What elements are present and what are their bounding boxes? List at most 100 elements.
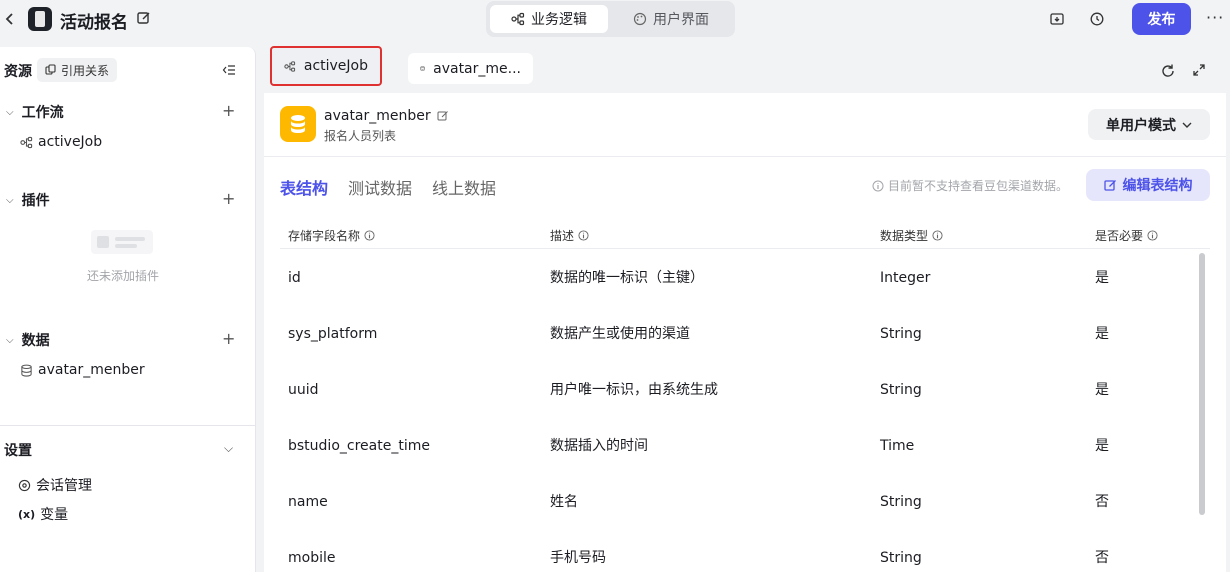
settings-section-title: 设置 <box>4 443 32 459</box>
required-cell: 是 <box>1095 382 1109 398</box>
table-row[interactable]: uuid 用户唯一标识，由系统生成 String 是 <box>264 362 1204 418</box>
tab-business-logic[interactable]: 业务逻辑 <box>490 5 608 33</box>
column-header-field-name: 存储字段名称 <box>288 227 375 244</box>
sidebar-item-avatar-menber[interactable]: avatar_menber <box>20 362 145 378</box>
tab-schema[interactable]: 表结构 <box>280 175 328 199</box>
table-description: 报名人员列表 <box>324 129 397 143</box>
data-type-cell: Time <box>880 438 915 454</box>
table-row[interactable]: name 姓名 String 否 <box>264 474 1204 530</box>
required-cell: 是 <box>1095 326 1109 342</box>
tab-test-data[interactable]: 测试数据 <box>348 175 412 199</box>
table-detail-panel: avatar_menber 报名人员列表 单用户模式 表结构 测试数据 线上数据… <box>264 93 1226 572</box>
table-row[interactable]: mobile 手机号码 String 否 <box>264 530 1204 572</box>
column-header-label: 描述 <box>550 229 575 243</box>
sidebar: 资源 引用关系 ⌵ 工作流 + activeJob ⌵ 插件 + 还未添加插件 … <box>0 47 256 572</box>
tab-label: 用户界面 <box>653 12 709 28</box>
add-plugin-icon[interactable]: + <box>222 189 235 208</box>
field-name-cell: uuid <box>288 382 319 398</box>
description-cell: 姓名 <box>550 494 578 510</box>
tab-activejob[interactable]: activeJob <box>270 46 382 86</box>
field-name-cell: bstudio_create_time <box>288 438 430 454</box>
description-cell: 手机号码 <box>550 550 606 566</box>
info-icon[interactable] <box>1147 230 1158 241</box>
history-icon[interactable] <box>1089 11 1105 27</box>
resources-title: 资源 <box>4 64 32 80</box>
top-bar: 活动报名 业务逻辑 用户界面 发布 ··· <box>0 0 1230 40</box>
back-icon[interactable] <box>2 9 18 29</box>
sidebar-item-variables[interactable]: (x) 变量 <box>18 504 68 524</box>
edit-schema-button[interactable]: 编辑表结构 <box>1086 169 1210 201</box>
field-name-cell: id <box>288 270 301 286</box>
refresh-icon[interactable] <box>1160 63 1176 79</box>
add-workflow-icon[interactable]: + <box>222 101 235 120</box>
edit-icon <box>1103 179 1116 191</box>
chevron-down-icon[interactable]: ⌵ <box>224 441 233 456</box>
references-button[interactable]: 引用关系 <box>37 58 118 82</box>
workflow-icon <box>511 12 525 26</box>
database-icon <box>420 66 425 71</box>
table-row[interactable]: id 数据的唯一标识（主键） Integer 是 <box>264 250 1204 306</box>
required-cell: 是 <box>1095 270 1109 286</box>
conversation-icon <box>18 479 31 491</box>
more-icon[interactable]: ··· <box>1206 8 1224 27</box>
database-icon <box>21 364 32 377</box>
info-icon <box>872 180 884 191</box>
sidebar-item-label: 变量 <box>40 507 69 523</box>
data-type-cell: String <box>880 550 922 566</box>
info-icon[interactable] <box>932 230 943 241</box>
notice-text: 目前暂不支持查看豆包渠道数据。 <box>872 177 1068 194</box>
plugins-empty-text: 还未添加插件 <box>87 269 160 283</box>
column-header-label: 是否必要 <box>1095 229 1144 243</box>
app-icon <box>28 7 52 31</box>
info-icon[interactable] <box>578 230 589 241</box>
plugins-section-title: 插件 <box>21 193 50 209</box>
user-mode-label: 单用户模式 <box>1106 117 1176 134</box>
publish-button[interactable]: 发布 <box>1132 3 1191 35</box>
table-row[interactable]: sys_platform 数据产生或使用的渠道 String 是 <box>264 306 1204 362</box>
sidebar-item-label: 会话管理 <box>36 478 92 494</box>
tab-online-data[interactable]: 线上数据 <box>432 175 496 199</box>
description-cell: 数据插入的时间 <box>550 438 648 454</box>
plugins-section-header[interactable]: ⌵ 插件 <box>6 190 50 210</box>
info-icon[interactable] <box>364 230 375 241</box>
description-cell: 数据产生或使用的渠道 <box>550 326 690 342</box>
field-name-cell: sys_platform <box>288 326 378 342</box>
field-name-cell: mobile <box>288 550 336 566</box>
sidebar-item-label: activeJob <box>38 134 103 150</box>
collapse-sidebar-icon[interactable] <box>222 63 236 77</box>
required-cell: 否 <box>1095 494 1109 510</box>
link-icon <box>45 64 56 75</box>
tab-avatar-menber[interactable]: avatar_me... <box>408 53 533 84</box>
column-header-data-type: 数据类型 <box>880 227 943 244</box>
sidebar-item-activejob[interactable]: activeJob <box>20 134 102 150</box>
tab-label: avatar_me... <box>433 60 521 77</box>
table-row[interactable]: bstudio_create_time 数据插入的时间 Time 是 <box>264 418 1204 474</box>
data-section-header[interactable]: ⌵ 数据 <box>6 330 50 350</box>
empty-illustration-icon <box>91 230 153 254</box>
app-title: 活动报名 <box>60 13 128 33</box>
data-type-cell: Integer <box>880 270 931 286</box>
edit-schema-label: 编辑表结构 <box>1122 178 1193 194</box>
workflow-section-header[interactable]: ⌵ 工作流 <box>6 102 64 122</box>
sidebar-item-label: avatar_menber <box>38 362 145 378</box>
sidebar-divider <box>0 425 256 426</box>
edit-icon[interactable] <box>437 110 449 122</box>
field-name-cell: name <box>288 494 328 510</box>
tab-user-interface[interactable]: 用户界面 <box>612 5 730 33</box>
user-mode-dropdown[interactable]: 单用户模式 <box>1088 109 1210 140</box>
required-cell: 否 <box>1095 550 1109 566</box>
save-icon[interactable] <box>1049 11 1065 27</box>
expand-icon[interactable] <box>1192 63 1206 77</box>
tab-label: activeJob <box>303 58 368 74</box>
add-data-icon[interactable]: + <box>222 329 235 348</box>
notice-label: 目前暂不支持查看豆包渠道数据。 <box>888 179 1069 193</box>
chevron-down-icon: ⌵ <box>6 194 14 206</box>
description-cell: 用户唯一标识，由系统生成 <box>550 382 718 398</box>
edit-icon[interactable] <box>136 10 152 26</box>
sidebar-item-conversation-management[interactable]: 会话管理 <box>18 475 92 495</box>
table-header-divider <box>280 248 1210 249</box>
description-cell: 数据的唯一标识（主键） <box>550 270 704 286</box>
editor-tabs-bar: activeJob avatar_me... <box>264 46 1226 92</box>
data-type-cell: String <box>880 326 922 342</box>
table-scrollbar[interactable] <box>1199 253 1205 515</box>
